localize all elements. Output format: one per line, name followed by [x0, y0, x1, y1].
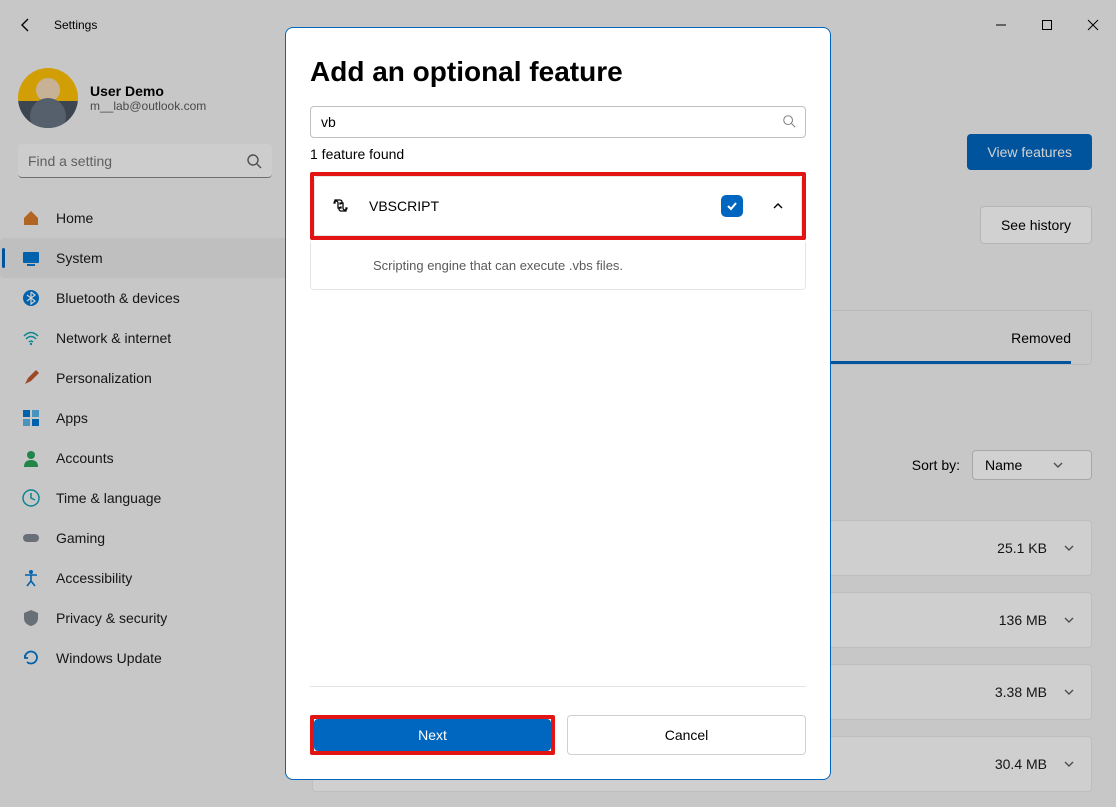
next-button[interactable]: Next	[314, 719, 551, 751]
chevron-up-icon[interactable]	[771, 199, 785, 213]
add-feature-dialog: Add an optional feature 1 feature found …	[285, 27, 831, 780]
dialog-search-input[interactable]	[310, 106, 806, 138]
check-icon	[725, 199, 739, 213]
feature-item[interactable]: VBSCRIPT	[314, 176, 802, 236]
feature-checkbox[interactable]	[721, 195, 743, 217]
feature-name: VBSCRIPT	[369, 198, 703, 214]
cancel-button[interactable]: Cancel	[567, 715, 806, 755]
found-label: 1 feature found	[310, 146, 806, 162]
search-icon	[782, 114, 796, 128]
highlight-box: Next	[310, 715, 555, 755]
feature-description: Scripting engine that can execute .vbs f…	[310, 242, 806, 290]
dialog-search-box	[310, 106, 806, 138]
dialog-title: Add an optional feature	[310, 56, 806, 88]
highlight-box: VBSCRIPT	[310, 172, 806, 240]
puzzle-icon	[331, 196, 351, 216]
